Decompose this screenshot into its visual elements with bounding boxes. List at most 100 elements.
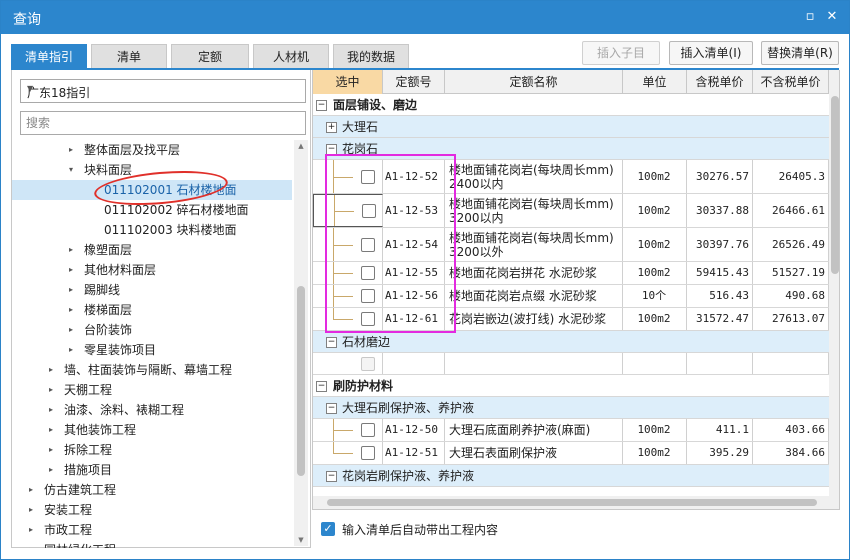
group-row[interactable]: − 刷防护材料 [313, 375, 829, 397]
tree-node[interactable]: ▸ 园林绿化工程 [12, 540, 292, 548]
chevron-right-icon[interactable]: ▸ [46, 360, 56, 380]
tree-node[interactable]: ▸ 台阶装饰 [12, 320, 292, 340]
chevron-right-icon[interactable]: ▸ [26, 540, 36, 548]
tree-node[interactable]: ▸ 仿古建筑工程 [12, 480, 292, 500]
tree-node-label: 安装工程 [44, 503, 93, 517]
row-checkbox[interactable] [361, 423, 375, 437]
tab-list-guide[interactable]: 清单指引 [11, 44, 87, 69]
tree-node-label: 整体面层及找平层 [84, 143, 181, 157]
tab-quota[interactable]: 定额 [171, 44, 249, 69]
select-cell [313, 353, 383, 374]
header-notax-price[interactable]: 不含税单价 [753, 70, 829, 94]
notax-price-text: 26526.49 [772, 237, 825, 251]
subgroup-row[interactable]: + 大理石 [313, 116, 829, 138]
header-name[interactable]: 定额名称 [445, 70, 623, 94]
chevron-right-icon[interactable]: ▸ [26, 480, 36, 500]
collapse-icon[interactable]: − [316, 99, 327, 111]
tax-price-text: 59415.43 [696, 266, 749, 279]
group-row[interactable]: − 面层铺设、磨边 [313, 94, 829, 116]
tree-node[interactable]: ▸ 橡塑面层 [12, 240, 292, 260]
tree-node[interactable]: ▸ 天棚工程 [12, 380, 292, 400]
collapse-icon[interactable]: − [326, 336, 337, 348]
tree-node[interactable]: ▸ 拆除工程 [12, 440, 292, 460]
header-tax-price[interactable]: 含税单价 [687, 70, 753, 94]
notax-price-text: 51527.19 [772, 266, 825, 279]
tree-node[interactable]: ▸ 油漆、涂料、裱糊工程 [12, 400, 292, 420]
chevron-right-icon[interactable]: ▸ [26, 520, 36, 540]
scroll-up-icon[interactable]: ▲ [296, 142, 306, 150]
tree-node[interactable]: ▸ 整体面层及找平层 [12, 140, 292, 160]
expand-icon[interactable]: + [326, 121, 337, 133]
collapse-icon[interactable]: − [316, 380, 327, 392]
collapse-icon[interactable]: − [326, 402, 337, 414]
tree-node[interactable]: ▸ 楼梯面层 [12, 300, 292, 320]
tax-price-text: 395.29 [709, 446, 749, 459]
chevron-right-icon[interactable]: ▸ [66, 240, 76, 260]
search-input[interactable] [26, 113, 296, 133]
tab-my-data[interactable]: 我的数据 [333, 44, 409, 69]
subgroup-row[interactable]: − 花岗岩刷保护液、养护液 [313, 465, 829, 487]
chevron-down-icon[interactable]: ▾ [66, 160, 76, 180]
checkmark-icon[interactable]: ✓ [321, 522, 335, 536]
chevron-right-icon[interactable]: ▸ [66, 260, 76, 280]
tab-list[interactable]: 清单 [91, 44, 167, 69]
maximize-icon[interactable]: ▫ [803, 10, 817, 24]
insert-child-button[interactable]: 插入子目 [582, 41, 660, 65]
table-row[interactable]: A1-12-51 大理石表面刷保护液 100m2 395.29 384.66 [313, 442, 829, 465]
chevron-right-icon[interactable]: ▸ [46, 420, 56, 440]
chevron-right-icon[interactable]: ▸ [66, 300, 76, 320]
chevron-right-icon[interactable]: ▸ [66, 280, 76, 300]
tree-node[interactable]: ▸ 其他材料面层 [12, 260, 292, 280]
tree-node[interactable]: 011102003 块料楼地面 [12, 220, 292, 240]
tree-node[interactable]: ▸ 踢脚线 [12, 280, 292, 300]
table-hscroll-thumb[interactable] [327, 499, 817, 506]
tree-node[interactable]: ▸ 措施项目 [12, 460, 292, 480]
chevron-right-icon[interactable]: ▸ [46, 380, 56, 400]
tax-price-text: 30397.76 [696, 237, 749, 251]
chevron-right-icon[interactable]: ▸ [66, 320, 76, 340]
name-cell: 楼地面花岗岩拼花 水泥砂浆 [445, 262, 623, 284]
tree-scrollbar-thumb[interactable] [297, 286, 305, 476]
unit-text: 100m2 [637, 446, 671, 459]
tree-node[interactable]: ▸ 市政工程 [12, 520, 292, 540]
notax-price-text: 403.66 [785, 423, 825, 436]
header-unit[interactable]: 单位 [623, 70, 687, 94]
header-code[interactable]: 定额号 [383, 70, 445, 94]
replace-list-button[interactable]: 替换清单(R) [761, 41, 839, 65]
close-icon[interactable]: ✕ [825, 10, 839, 24]
chevron-right-icon[interactable]: ▸ [66, 140, 76, 160]
chevron-right-icon[interactable]: ▸ [26, 500, 36, 520]
tree-node[interactable]: ▸ 其他装饰工程 [12, 420, 292, 440]
scroll-down-icon[interactable]: ▼ [296, 536, 306, 544]
insert-list-button[interactable]: 插入清单(I) [669, 41, 753, 65]
subgroup-row[interactable]: − 石材磨边 [313, 331, 829, 353]
search-box[interactable] [20, 111, 306, 135]
subgroup-row[interactable]: − 大理石刷保护液、养护液 [313, 397, 829, 419]
chevron-right-icon[interactable]: ▸ [46, 440, 56, 460]
chevron-right-icon[interactable]: ▸ [46, 400, 56, 420]
tree-node[interactable]: ▸ 安装工程 [12, 500, 292, 520]
row-checkbox[interactable] [361, 446, 375, 460]
notax-price-cell: 26405.3 [753, 160, 829, 193]
header-select[interactable]: 选中 [313, 70, 383, 94]
tree-line [333, 442, 334, 453]
collapse-icon[interactable]: − [326, 143, 337, 155]
chevron-right-icon[interactable]: ▸ [46, 460, 56, 480]
chevron-right-icon[interactable]: ▸ [66, 340, 76, 360]
name-cell: 楼地面铺花岗岩(每块周长mm) 2400以内 [445, 160, 623, 193]
tree-node-label: 措施项目 [64, 463, 113, 477]
tree-scrollbar[interactable]: ▲ ▼ [294, 140, 308, 546]
unit-text: 100m2 [637, 423, 671, 436]
table-horizontal-scrollbar[interactable] [313, 496, 839, 509]
table-vertical-scrollbar[interactable] [829, 70, 839, 496]
table-vscroll-thumb[interactable] [831, 96, 839, 274]
unit-text: 100m2 [637, 237, 671, 251]
collapse-icon[interactable]: − [326, 470, 337, 482]
table-row-empty[interactable] [313, 353, 829, 375]
tree-node[interactable]: ▸ 零星装饰项目 [12, 340, 292, 360]
tree-node-label: 楼梯面层 [84, 303, 133, 317]
tree-node[interactable]: ▸ 墙、柱面装饰与隔断、幕墙工程 [12, 360, 292, 380]
tab-labor-material[interactable]: 人材机 [253, 44, 329, 69]
guide-selector[interactable]: 广东18指引 ▼ [20, 79, 306, 103]
table-row[interactable]: A1-12-50 大理石底面刷养护液(麻面) 100m2 411.1 403.6… [313, 419, 829, 442]
